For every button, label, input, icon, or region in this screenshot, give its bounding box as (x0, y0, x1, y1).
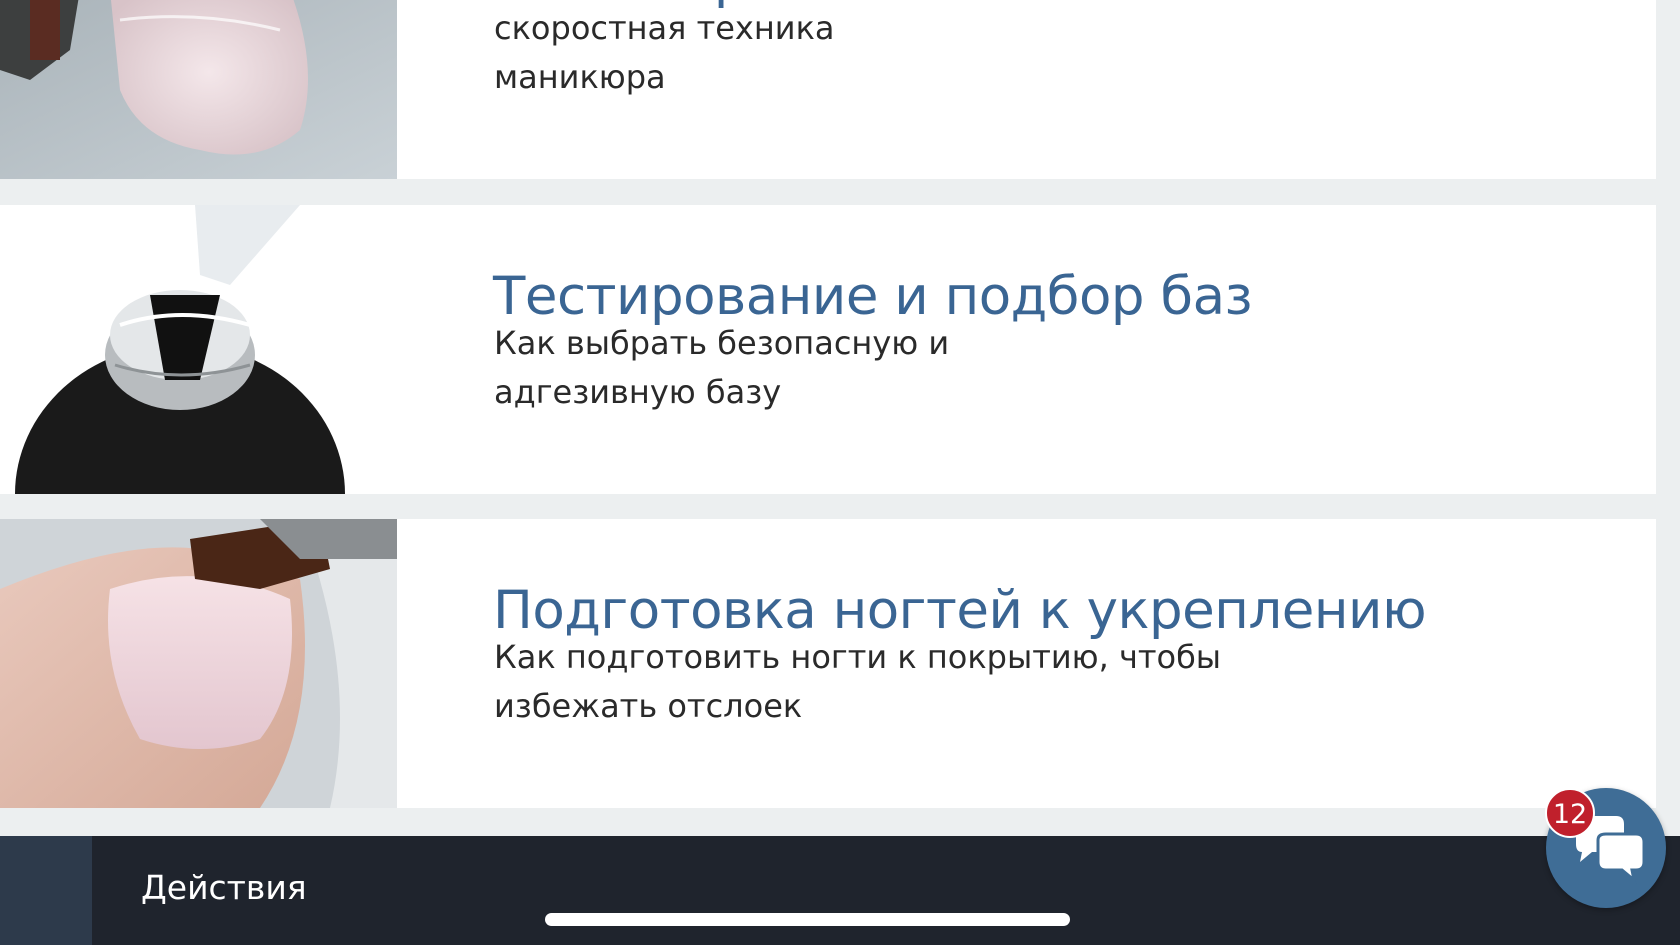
chat-notification-badge: 12 (1545, 788, 1595, 838)
lesson-card-preparation[interactable]: Подготовка ногтей к укреплению Как подго… (0, 519, 1656, 808)
lesson-title[interactable]: Подготовка ногтей к укреплению (493, 581, 1427, 641)
lesson-description: Как выбрать безопасную и адгезивную базу (494, 324, 950, 411)
actions-bar[interactable]: Действия (0, 836, 1680, 945)
lesson-thumbnail-manicure (0, 0, 397, 179)
lesson-card-bases[interactable]: Тестирование и подбор баз Как выбрать бе… (0, 205, 1656, 494)
lesson-description: Как подготовить ногти к покрытию, чтобы … (494, 638, 1222, 725)
actions-label[interactable]: Действия (141, 868, 307, 907)
home-indicator (545, 913, 1070, 926)
lessons-page: Маникюр скоростная техника маникюра Тест… (0, 0, 1680, 945)
lesson-thumbnail-bases (0, 205, 397, 494)
lesson-description: скоростная техника маникюра (494, 9, 835, 96)
lesson-thumbnail-preparation (0, 519, 397, 808)
lesson-card-manicure[interactable]: Маникюр скоростная техника маникюра (0, 0, 1656, 179)
lesson-title[interactable]: Тестирование и подбор баз (493, 267, 1253, 327)
actions-bar-left-block (0, 836, 92, 945)
